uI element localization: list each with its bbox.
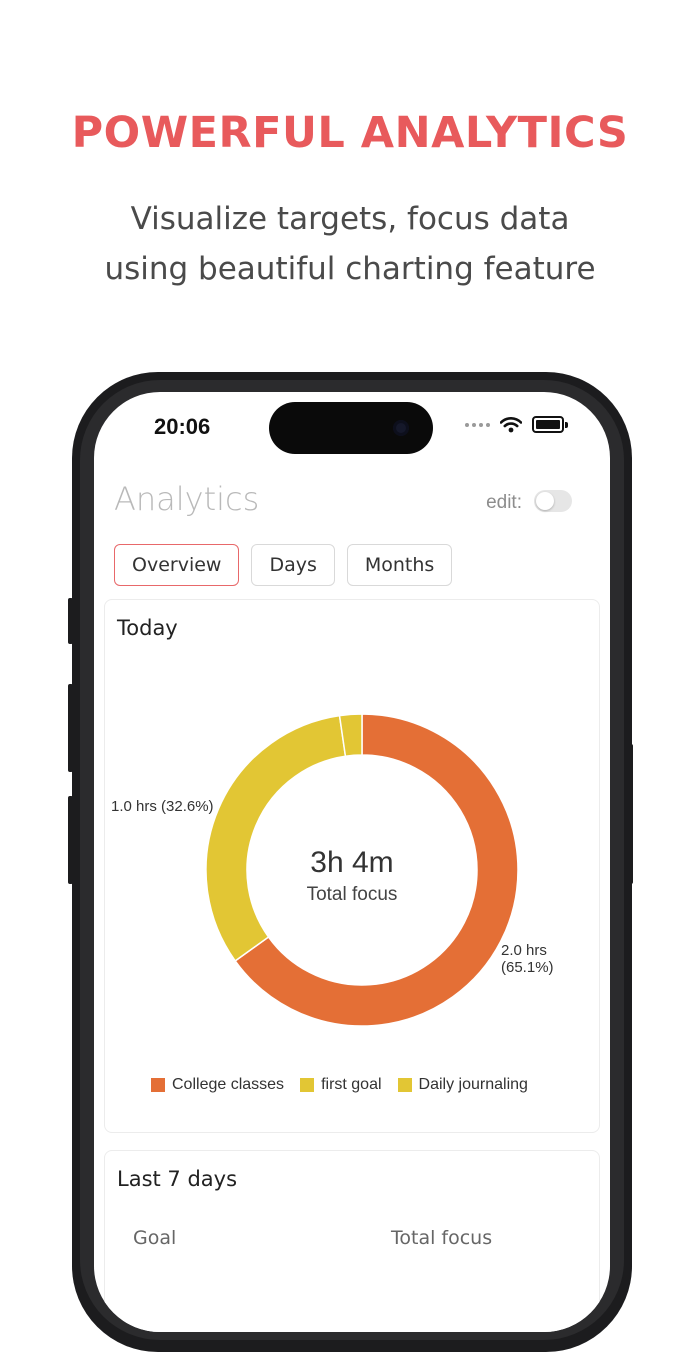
battery-tip bbox=[565, 421, 568, 428]
volume-up-button bbox=[68, 684, 73, 772]
status-time: 20:06 bbox=[154, 414, 211, 439]
slice-label-first-goal: 1.0 hrs (32.6%) bbox=[111, 798, 214, 815]
volume-down-button bbox=[68, 796, 73, 884]
marketing-subline: Visualize targets, focus data using beau… bbox=[0, 194, 700, 294]
phone-screen: 20:06 Analytics edit: Overview Days Mont… bbox=[94, 392, 610, 1332]
view-tabs: Overview Days Months bbox=[114, 544, 453, 586]
last-7-days-title: Last 7 days bbox=[117, 1167, 238, 1191]
legend-swatch bbox=[397, 1078, 412, 1092]
page-title: Analytics bbox=[114, 480, 260, 518]
legend-item-first-goal: first goal bbox=[300, 1076, 382, 1094]
front-camera-icon bbox=[393, 420, 409, 436]
legend-label: first goal bbox=[321, 1076, 382, 1093]
signal-icon bbox=[465, 422, 490, 427]
tab-months[interactable]: Months bbox=[346, 544, 453, 586]
edit-toggle[interactable] bbox=[534, 490, 572, 512]
legend-item-college: College classes bbox=[151, 1076, 284, 1094]
legend-swatch bbox=[300, 1078, 315, 1092]
toggle-knob bbox=[536, 492, 554, 510]
legend-item-daily-journaling: Daily journaling bbox=[397, 1076, 528, 1094]
column-header-total-focus: Total focus bbox=[391, 1227, 493, 1249]
battery-icon bbox=[532, 416, 564, 433]
tab-days[interactable]: Days bbox=[251, 544, 335, 586]
column-header-goal: Goal bbox=[133, 1227, 177, 1249]
subline-line-1: Visualize targets, focus data bbox=[130, 201, 570, 237]
legend-label: Daily journaling bbox=[418, 1076, 528, 1093]
total-focus-label: Total focus bbox=[306, 884, 398, 905]
donut-slice-first-goal[interactable] bbox=[205, 714, 347, 962]
subline-line-2: using beautiful charting feature bbox=[104, 251, 596, 287]
legend-swatch bbox=[151, 1078, 165, 1092]
tab-overview[interactable]: Overview bbox=[114, 544, 240, 586]
power-button bbox=[628, 744, 633, 884]
marketing-headline: POWERFUL ANALYTICS bbox=[71, 108, 629, 158]
chart-legend: College classes first goal Daily journal… bbox=[151, 1076, 528, 1094]
focus-donut-chart bbox=[205, 713, 519, 1027]
action-button bbox=[68, 598, 73, 644]
dynamic-island bbox=[269, 402, 433, 454]
slice-label-college: 2.0 hrs (65.1%) bbox=[501, 942, 554, 976]
total-focus-value: 3h 4m bbox=[310, 846, 394, 879]
edit-label: edit: bbox=[486, 492, 522, 513]
last-7-days-card: Last 7 days Goal Total focus bbox=[104, 1150, 600, 1332]
wifi-icon bbox=[500, 416, 522, 432]
legend-label: College classes bbox=[172, 1076, 285, 1093]
today-card: Today 3h 4m Total focus 1.0 hrs (32.6%) … bbox=[104, 599, 600, 1133]
status-indicators bbox=[465, 416, 568, 433]
